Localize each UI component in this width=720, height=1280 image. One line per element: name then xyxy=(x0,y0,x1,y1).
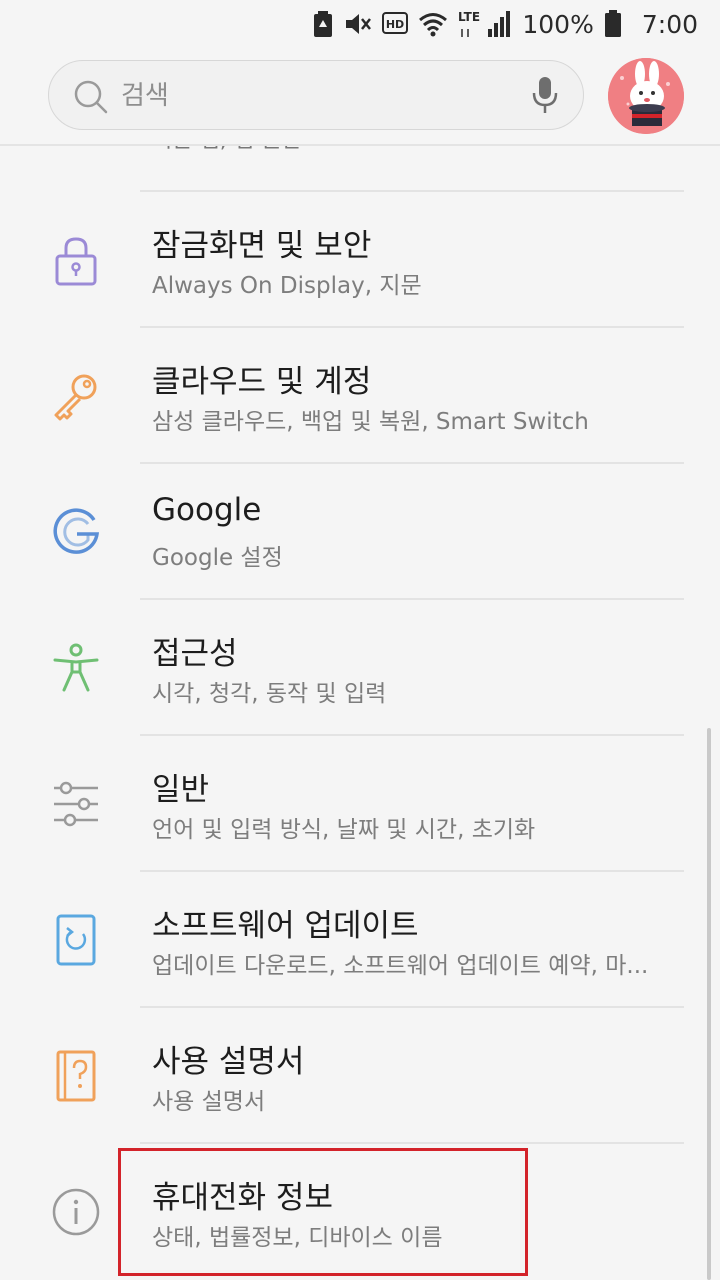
item-subtitle: 삼성 클라우드, 백업 및 복원, Smart Switch xyxy=(152,409,589,435)
item-title: 클라우드 및 계정 xyxy=(152,364,372,400)
battery-icon xyxy=(604,10,622,38)
item-title: 일반 xyxy=(152,772,210,808)
item-subtitle: Google 설정 xyxy=(152,545,283,571)
software-update-icon xyxy=(50,914,102,966)
mute-icon xyxy=(344,11,372,37)
status-bar: HD LTE 100% 7:00 xyxy=(0,0,720,48)
item-title: 잠금화면 및 보안 xyxy=(152,228,372,264)
microphone-icon[interactable] xyxy=(531,75,559,119)
settings-list: 기본 앱, 앱 권한 잠금화면 및 보안 Always On Display, … xyxy=(0,144,720,1280)
svg-text:HD: HD xyxy=(386,18,404,31)
item-subtitle: 시각, 청각, 동작 및 입력 xyxy=(152,681,387,707)
settings-item-cloud-accounts[interactable]: 클라우드 및 계정 삼성 클라우드, 백업 및 복원, Smart Switch xyxy=(0,328,720,462)
google-icon xyxy=(50,506,102,558)
item-subtitle: 언어 및 입력 방식, 날짜 및 시간, 초기화 xyxy=(152,817,536,843)
search-header xyxy=(0,48,720,146)
battery-percent: 100% xyxy=(522,9,594,39)
item-title: 휴대전화 정보 xyxy=(152,1180,333,1216)
lte-signal-icon: LTE xyxy=(458,9,512,39)
scrollbar[interactable] xyxy=(707,728,711,1280)
item-title: Google xyxy=(152,492,262,528)
item-title: 사용 설명서 xyxy=(152,1044,305,1080)
settings-item-user-manual[interactable]: 사용 설명서 사용 설명서 xyxy=(0,1008,720,1142)
settings-item-about-phone[interactable]: 휴대전화 정보 상태, 법률정보, 디바이스 이름 xyxy=(0,1144,720,1278)
settings-item-software-update[interactable]: 소프트웨어 업데이트 업데이트 다운로드, 소프트웨어 업데이트 예약, 마..… xyxy=(0,872,720,1006)
clock: 7:00 xyxy=(641,9,698,39)
search-bar[interactable] xyxy=(48,60,584,130)
item-title: 소프트웨어 업데이트 xyxy=(152,908,419,944)
avatar[interactable] xyxy=(608,58,684,134)
search-icon xyxy=(73,79,109,119)
item-title: 접근성 xyxy=(152,636,238,672)
user-manual-icon xyxy=(50,1050,102,1102)
settings-item-general[interactable]: 일반 언어 및 입력 방식, 날짜 및 시간, 초기화 xyxy=(0,736,720,870)
item-subtitle: 사용 설명서 xyxy=(152,1089,266,1115)
hd-voice-icon: HD xyxy=(382,12,409,36)
settings-item-lock-screen[interactable]: 잠금화면 및 보안 Always On Display, 지문 xyxy=(0,192,720,326)
settings-item-accessibility[interactable]: 접근성 시각, 청각, 동작 및 입력 xyxy=(0,600,720,734)
lock-icon xyxy=(50,234,102,286)
info-icon xyxy=(50,1186,102,1238)
settings-item-google[interactable]: Google Google 설정 xyxy=(0,464,720,598)
item-subtitle: Always On Display, 지문 xyxy=(152,273,422,299)
search-input[interactable] xyxy=(119,73,503,119)
wifi-icon xyxy=(418,11,448,37)
battery-saver-icon xyxy=(312,10,334,38)
accessibility-icon xyxy=(50,642,102,694)
item-subtitle: 상태, 법률정보, 디바이스 이름 xyxy=(152,1225,443,1251)
rabbit-avatar-icon xyxy=(608,58,684,134)
item-subtitle: 업데이트 다운로드, 소프트웨어 업데이트 예약, 마... xyxy=(152,953,649,979)
svg-text:LTE: LTE xyxy=(458,10,480,24)
key-icon xyxy=(50,370,102,422)
sliders-icon xyxy=(50,778,102,830)
